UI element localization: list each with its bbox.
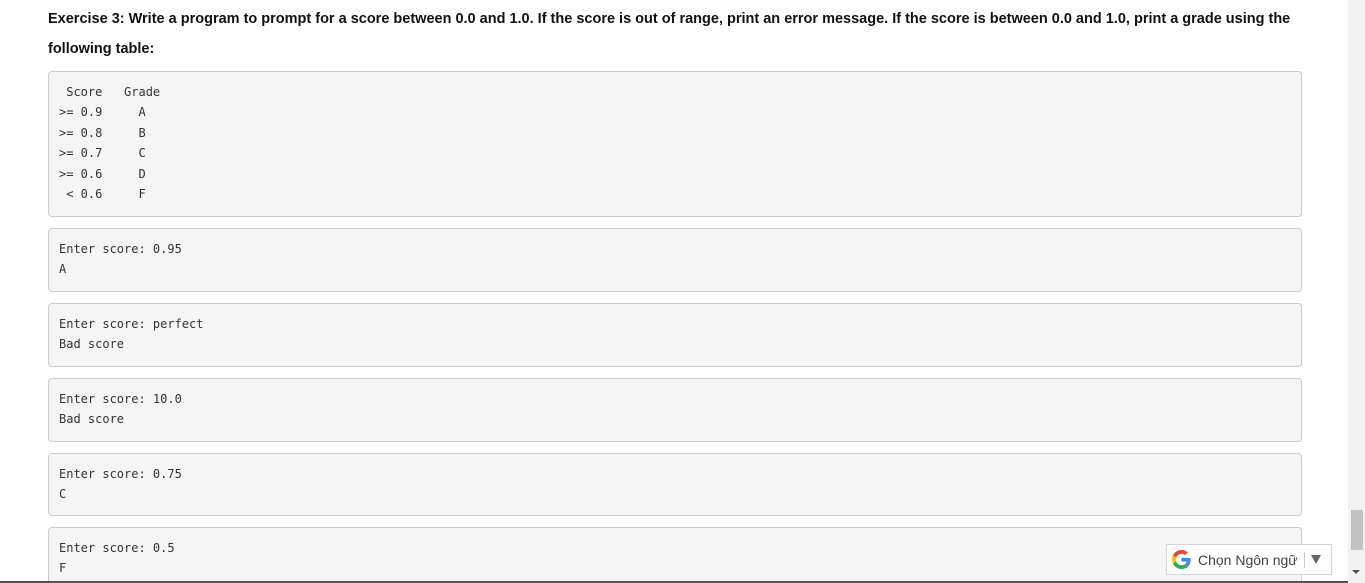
sample-run-output: Bad score [59,412,125,427]
vertical-scrollbar[interactable] [1348,0,1365,583]
dropdown-arrow-icon[interactable] [1310,555,1321,564]
article-content: Exercise 3: Write a program to prompt fo… [48,0,1302,64]
language-selector[interactable]: Chọn Ngôn ngữ [1166,544,1332,575]
grade-table-code-block: Score Grade >= 0.9 A >= 0.8 B >= 0.7 C >= 0.… [48,71,1302,217]
sample-run-code-block: Enter score: 0.95 A [48,228,1302,292]
sample-run-code-block: Enter score: perfect Bad score [48,303,1302,367]
google-g-icon [1172,550,1191,569]
sample-run-output: Bad score [59,337,125,352]
grade-table-line: >= 0.8 B [59,125,146,140]
exercise-statement: Exercise 3: Write a program to prompt fo… [48,11,1291,57]
sample-run-prompt: Enter score: 10.0 [59,392,182,406]
separator [1303,551,1305,568]
sample-run-output: A [59,262,67,277]
grade-table-line: Score Grade [59,85,161,99]
sample-run-output: C [59,487,67,502]
sample-run-prompt: Enter score: perfect [59,317,204,331]
sample-run-prompt: Enter score: 0.5 [59,541,175,555]
sample-run-prompt: Enter score: 0.75 [59,467,182,481]
grade-table-line: < 0.6 F [59,186,146,201]
sample-run-code-block: Enter score: 0.75 C [48,453,1302,516]
sample-run-prompt: Enter score: 0.95 [59,242,182,256]
language-selector-label: Chọn Ngôn ngữ [1198,551,1298,568]
scrollbar-thumb[interactable] [1351,510,1363,550]
grade-table-line: >= 0.9 A [59,105,146,120]
sample-run-code-block: Enter score: 0.5 F [48,527,1302,583]
scroll-down-arrow-icon[interactable] [1352,570,1360,574]
grade-table-line: >= 0.7 C [59,146,146,161]
grade-table-line: >= 0.6 D [59,166,146,181]
sample-run-code-block: Enter score: 10.0 Bad score [48,378,1302,442]
sample-run-output: F [59,561,67,576]
